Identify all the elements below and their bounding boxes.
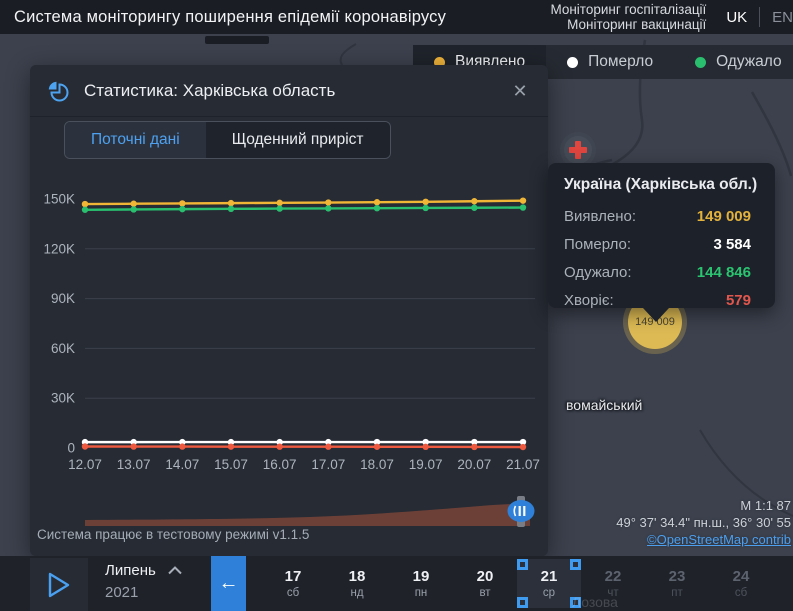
svg-text:21.07: 21.07 — [506, 457, 540, 472]
svg-text:60K: 60K — [51, 341, 75, 356]
panel-header: Статистика: Харківська область ✕ — [30, 65, 548, 117]
play-icon — [46, 571, 72, 599]
overview-area — [85, 503, 530, 526]
day-number: 19 — [413, 568, 430, 586]
day-cell-17[interactable]: 17сб — [261, 559, 325, 608]
day-cell-18[interactable]: 18нд — [325, 559, 389, 608]
lang-en-button[interactable]: EN — [760, 9, 793, 26]
play-button[interactable] — [30, 558, 88, 611]
lang-uk-button[interactable]: UK — [724, 9, 759, 26]
hospital-marker-icon[interactable] — [564, 136, 592, 164]
day-number: 20 — [477, 568, 494, 586]
pie-chart-icon — [46, 79, 70, 103]
panel-title: Статистика: Харківська область — [84, 81, 335, 101]
tooltip-row-label: Хворіє: — [564, 287, 614, 315]
day-weekday: ср — [543, 586, 555, 600]
arrow-left-icon: ← — [219, 572, 239, 595]
system-status-text: Система працює в тестовому режимі v1.1.5 — [37, 527, 309, 542]
selection-corner-icon — [570, 559, 581, 570]
day-weekday: сб — [287, 586, 299, 600]
region-info-tooltip: Україна (Харківська обл.) Виявлено: 149 0… — [548, 163, 775, 308]
svg-text:150K: 150K — [43, 192, 75, 207]
selection-corner-icon — [517, 597, 528, 608]
map-coordinates: 49° 37' 34.4" пн.ш., 36° 30' 55 — [616, 514, 791, 531]
day-weekday: сб — [735, 586, 747, 600]
app-title: Система моніторингу поширення епідемії к… — [14, 8, 446, 27]
map-label-sliver — [205, 36, 269, 44]
legend-label: Померло — [588, 53, 653, 71]
tooltip-row-label: Одужало: — [564, 259, 632, 287]
svg-text:13.07: 13.07 — [117, 457, 151, 472]
day-weekday: пн — [415, 586, 428, 600]
cases-line-chart: 150K 120K 90K 60K 30K 012.07 13.07 14.07 15.07 16… — [30, 190, 548, 482]
chevron-up-icon — [168, 566, 182, 575]
timeline-prev-button[interactable]: ← — [211, 556, 246, 611]
tooltip-row: Одужало: 144 846 — [564, 259, 751, 287]
link-hospitalization-monitoring[interactable]: Моніторинг госпіталізації — [550, 2, 706, 17]
tab-daily-growth[interactable]: Щоденний приріст — [206, 122, 390, 158]
svg-text:120K: 120K — [43, 241, 75, 256]
app-root: 149 009 вомайський М 1:1 87 49° 37' 34.4… — [0, 0, 793, 611]
legend-item-2[interactable]: Померло — [546, 45, 674, 79]
selection-corner-icon — [517, 559, 528, 570]
legend-dot-icon — [695, 57, 706, 68]
svg-text:12.07: 12.07 — [68, 457, 102, 472]
day-number: 22 — [605, 568, 622, 586]
legend-dot-icon — [567, 57, 578, 68]
tooltip-row: Хворіє: 579 — [564, 287, 751, 315]
day-cell-24[interactable]: 24сб — [709, 559, 773, 608]
tooltip-row-value: 149 009 — [697, 203, 751, 231]
tooltip-title: Україна (Харківська обл.) — [564, 176, 751, 194]
day-cell-19[interactable]: 19пн — [389, 559, 453, 608]
svg-text:16.07: 16.07 — [263, 457, 297, 472]
day-weekday: вт — [479, 586, 490, 600]
svg-text:15.07: 15.07 — [214, 457, 248, 472]
tooltip-row-value: 579 — [726, 287, 751, 315]
legend-label: Одужало — [716, 53, 782, 71]
svg-text:30K: 30K — [51, 391, 75, 406]
map-scale: М 1:1 87 — [616, 497, 791, 514]
map-attribution: М 1:1 87 49° 37' 34.4" пн.ш., 36° 30' 55… — [616, 497, 791, 548]
map-city-label: вомайський — [566, 397, 642, 413]
tooltip-row-label: Виявлено: — [564, 203, 636, 231]
day-cell-23[interactable]: 23пт — [645, 559, 709, 608]
tooltip-row: Померло: 3 584 — [564, 231, 751, 259]
app-header: Система моніторингу поширення епідемії к… — [0, 0, 793, 34]
svg-text:19.07: 19.07 — [409, 457, 443, 472]
slider-handle-icon — [508, 500, 535, 522]
day-number: 23 — [669, 568, 686, 586]
map-city-label-lozova: Лозова — [572, 594, 618, 610]
statistics-panel: Статистика: Харківська область ✕ Поточні… — [30, 65, 548, 556]
timeline-bar: Липень 2021 ← 17сб18нд19пн20вт21ср22чт23… — [0, 556, 793, 611]
panel-tabs: Поточні дані Щоденний приріст — [64, 121, 391, 159]
day-number: 17 — [285, 568, 302, 586]
tab-current-data[interactable]: Поточні дані — [65, 122, 206, 158]
month-selector[interactable]: Липень 2021 — [105, 562, 182, 601]
tooltip-row-label: Померло: — [564, 231, 631, 259]
day-cell-20[interactable]: 20вт — [453, 559, 517, 608]
legend-item-3[interactable]: Одужало — [674, 45, 793, 79]
tooltip-row: Виявлено: 149 009 — [564, 203, 751, 231]
day-number: 21 — [541, 568, 558, 586]
tooltip-row-value: 3 584 — [713, 231, 751, 259]
year-label: 2021 — [105, 584, 182, 601]
svg-text:17.07: 17.07 — [311, 457, 345, 472]
month-label: Липень — [105, 562, 156, 579]
svg-text:0: 0 — [67, 441, 75, 456]
day-number: 24 — [733, 568, 750, 586]
link-vaccination-monitoring[interactable]: Моніторинг вакцинації — [550, 17, 706, 32]
day-weekday: пт — [671, 586, 683, 600]
svg-text:90K: 90K — [51, 291, 75, 306]
svg-text:18.07: 18.07 — [360, 457, 394, 472]
day-weekday: нд — [350, 586, 363, 600]
day-number: 18 — [349, 568, 366, 586]
svg-text:14.07: 14.07 — [165, 457, 199, 472]
osm-attribution-link[interactable]: ©OpenStreetMap contrib — [647, 532, 791, 547]
tooltip-row-value: 144 846 — [697, 259, 751, 287]
svg-text:20.07: 20.07 — [457, 457, 491, 472]
close-icon[interactable]: ✕ — [508, 79, 532, 103]
